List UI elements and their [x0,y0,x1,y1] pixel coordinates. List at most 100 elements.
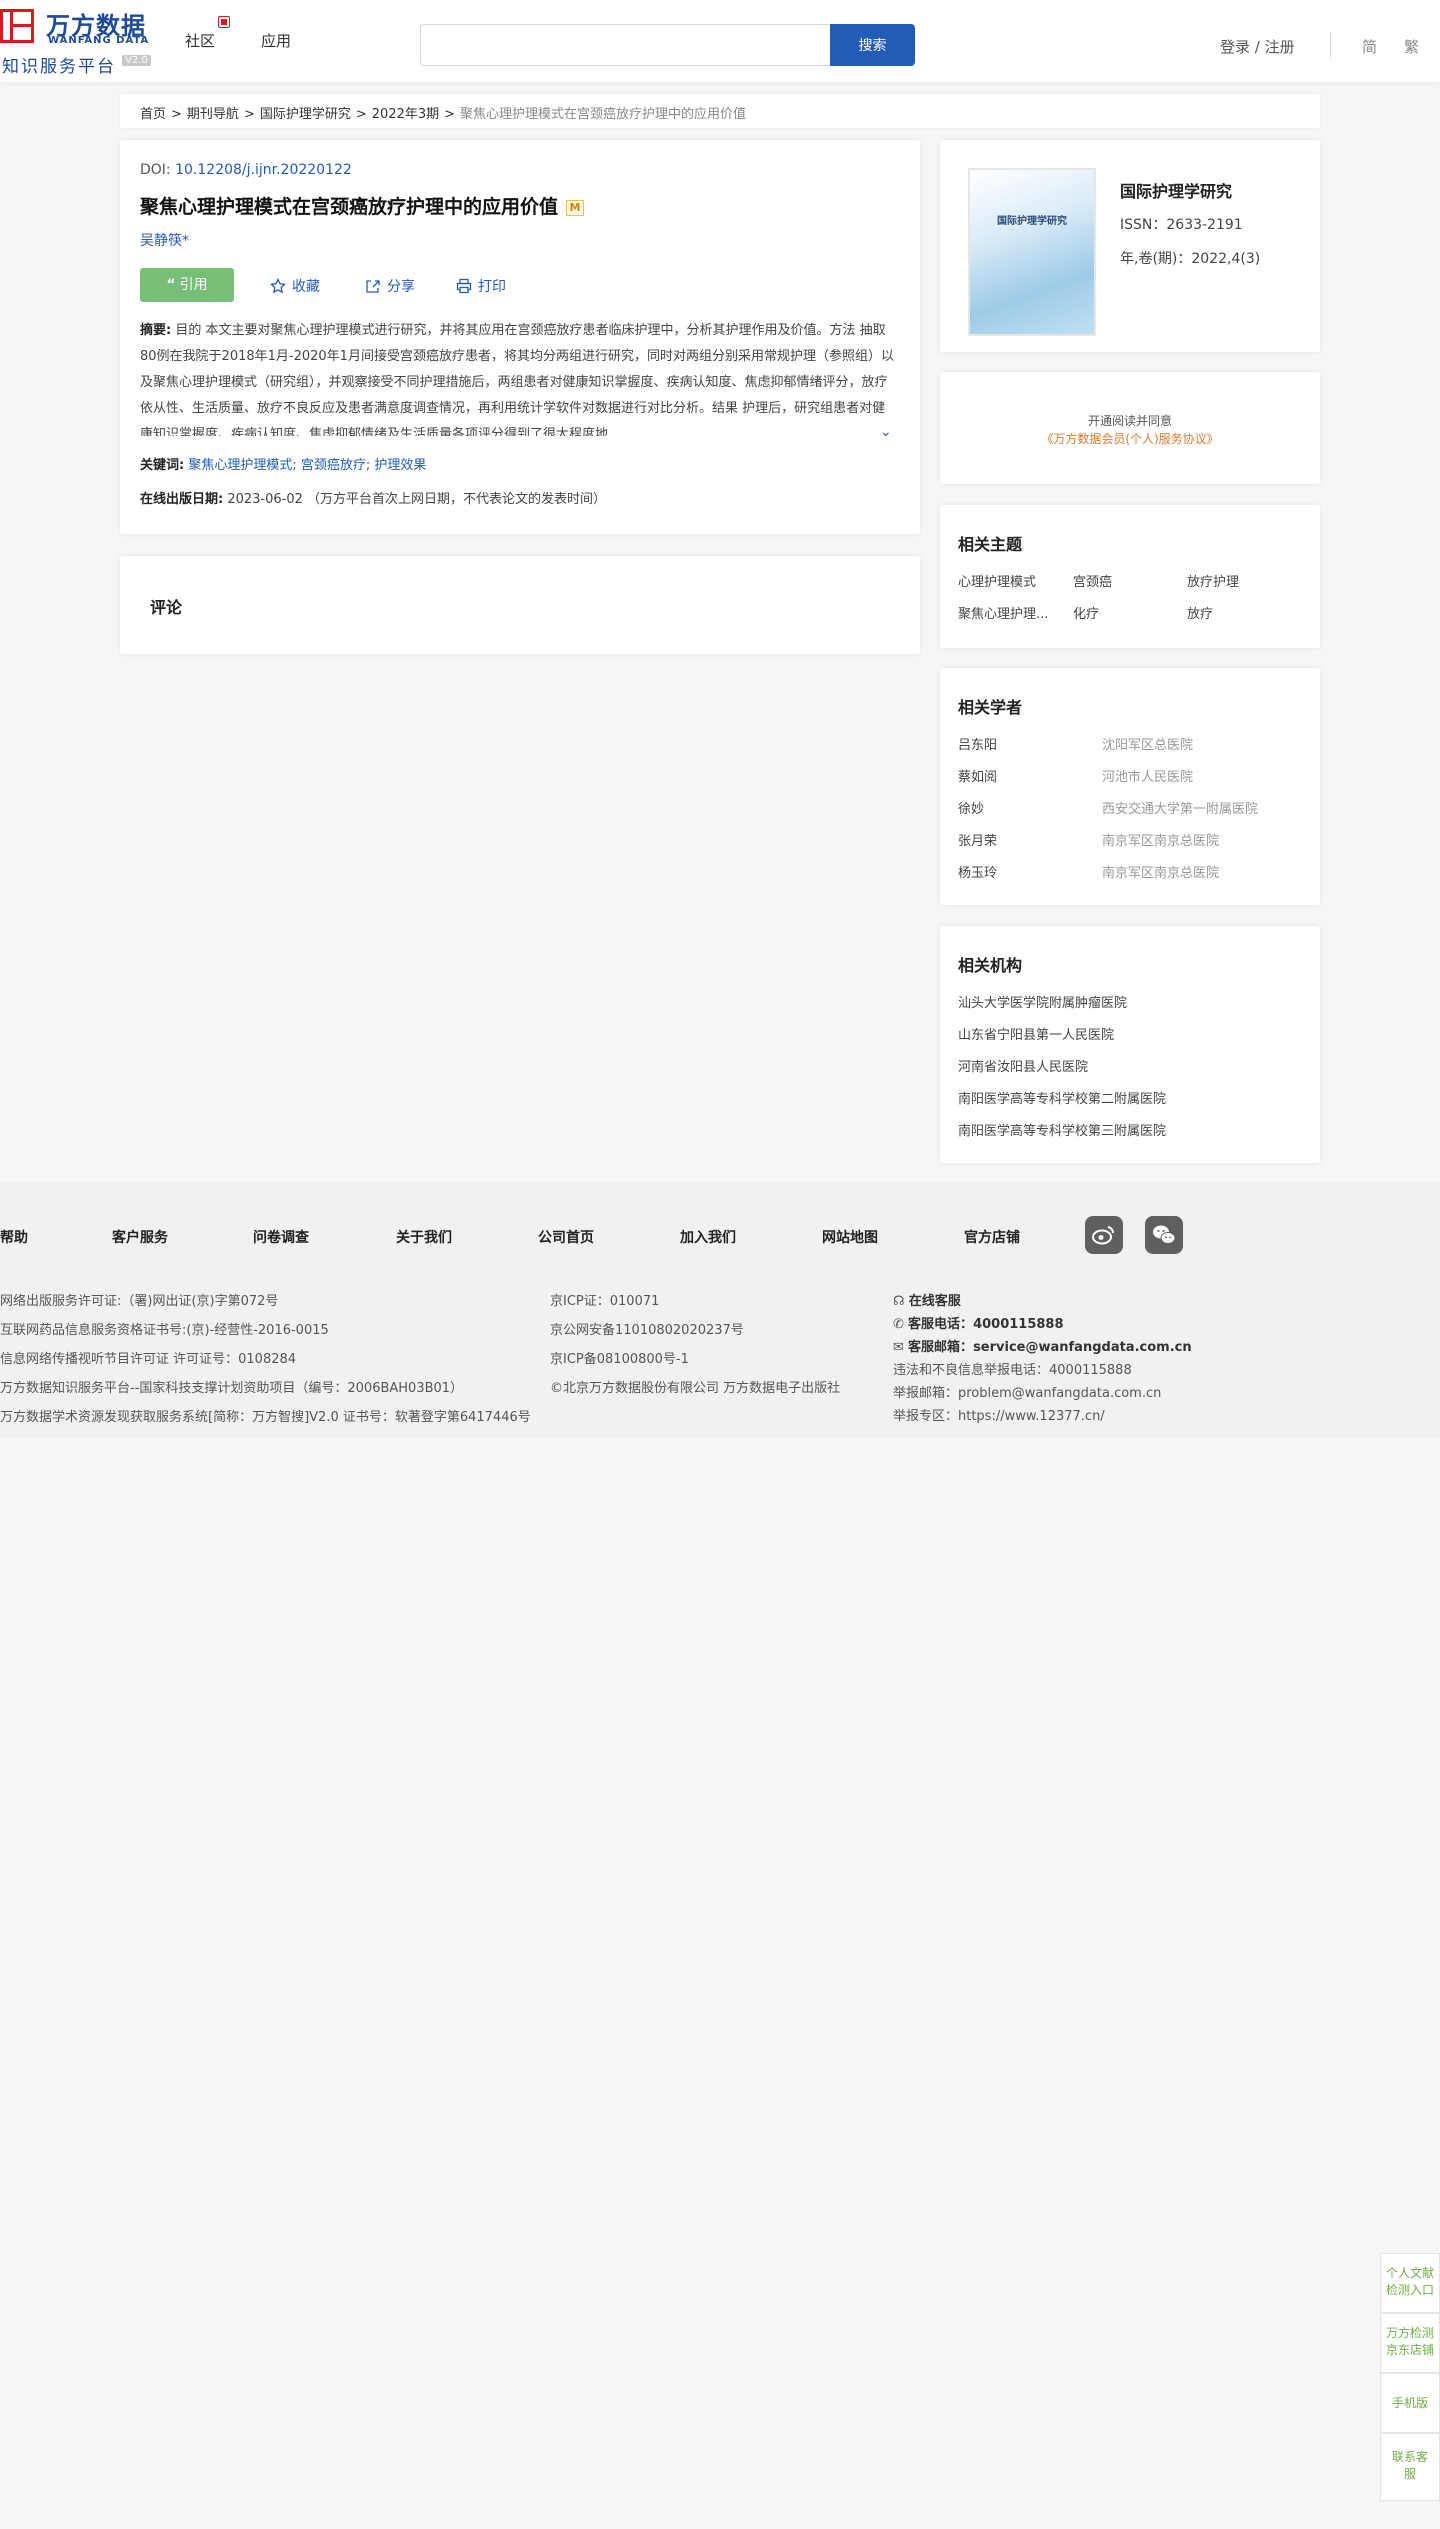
breadcrumb-sep: > [444,107,456,122]
breadcrumb-current: 聚焦心理护理模式在宫颈癌放疗护理中的应用价值 [460,107,747,122]
lang-traditional[interactable]: 繁 [1404,36,1419,57]
doi-link[interactable]: 10.12208/j.ijnr.20220122 [175,162,352,178]
service-phone-label: 客服电话： [908,1317,974,1332]
journal-volume: 年,卷(期)：2022,4(3) [1120,251,1261,267]
mail-icon: ✉ [893,1340,904,1355]
star-icon [269,277,287,294]
scholar-name[interactable]: 徐妙 [958,798,984,817]
related-topics-title: 相关主题 [958,535,1023,554]
footer-link-help[interactable]: 帮助 [0,1227,28,1247]
journal-cover-image[interactable]: 国际护理学研究 [968,168,1096,336]
footer-link-join[interactable]: 加入我们 [680,1227,736,1247]
license-line: 万方数据学术资源发现获取服务系统[简称：万方智搜]V2.0 证书号：软著登字第6… [0,1410,531,1425]
search-button[interactable]: 搜索 [830,24,915,66]
institution-link[interactable]: 河南省汝阳县人民医院 [958,1056,1088,1075]
article-title-text: 聚焦心理护理模式在宫颈癌放疗护理中的应用价值 [140,196,559,218]
print-label: 打印 [478,279,506,295]
header-divider [1330,32,1331,58]
article-card: DOI: 10.12208/j.ijnr.20220122 聚焦心理护理模式在宫… [120,140,920,534]
abstract-label: 摘要: [140,323,172,338]
side-jd-store[interactable]: 万方检测京东店铺 [1380,2313,1440,2373]
icp-line: 京ICP证：010071 [550,1294,660,1309]
scholar-org: 西安交通大学第一附属医院 [1102,802,1259,817]
icp-line: 京ICP备08100800号-1 [550,1352,689,1367]
nav-community[interactable]: 社区 [185,30,215,51]
institution-link[interactable]: 山东省宁阳县第一人民医院 [958,1024,1114,1043]
quote-icon: “ [166,277,176,293]
report-email: 举报邮箱：problem@wanfangdata.com.cn [893,1386,1162,1401]
scholar-org: 河池市人民医院 [1102,770,1194,785]
share-button[interactable]: 分享 [365,276,415,296]
topic-link[interactable]: 放疗 [1187,603,1213,622]
scholar-name[interactable]: 杨玉玲 [958,862,997,881]
online-service-link[interactable]: ☊ 在线客服 [893,1290,961,1309]
print-button[interactable]: 打印 [456,276,506,296]
logo-subtitle: 知识服务平台 [2,57,116,77]
comment-title: 评论 [150,598,183,617]
topic-link[interactable]: 放疗护理 [1187,571,1239,590]
cover-title: 国际护理学研究 [997,216,1067,227]
comment-card: 评论 [120,556,920,654]
footer-link-service[interactable]: 客户服务 [112,1227,168,1247]
cite-button[interactable]: “引用 [140,268,234,302]
related-institutions-title: 相关机构 [958,956,1023,975]
report-phone: 违法和不良信息举报电话：4000115888 [893,1363,1132,1378]
topic-link[interactable]: 化疗 [1073,603,1099,622]
copyright-line: ©北京万方数据股份有限公司 万方数据电子出版社 [550,1381,841,1396]
login-register-link[interactable]: 登录 / 注册 [1220,36,1295,57]
topic-link[interactable]: 心理护理模式 [958,571,1036,590]
cite-label: 引用 [179,277,208,293]
side-contact-service[interactable]: 联系客服 [1380,2433,1440,2501]
author-link[interactable]: 吴静筷* [140,230,189,250]
journal-name[interactable]: 国际护理学研究 [1120,178,1232,202]
scholar-org: 南京军区南京总医院 [1102,834,1220,849]
footer-link-about[interactable]: 关于我们 [396,1227,452,1247]
footer-link-sitemap[interactable]: 网站地图 [822,1227,878,1247]
topic-link[interactable]: 宫颈癌 [1073,571,1112,590]
expand-abstract-icon[interactable]: ⌄ [880,424,892,440]
breadcrumb-journals[interactable]: 期刊导航 [187,107,239,122]
side-mobile-version[interactable]: 手机版 [1380,2373,1440,2433]
footer-link-store[interactable]: 官方店铺 [964,1227,1020,1247]
publish-date-note: （万方平台首次上网日期，不代表论文的发表时间） [307,492,607,507]
publish-date-label: 在线出版日期: [140,492,224,507]
headset-icon: ☊ [893,1294,905,1309]
scholar-name[interactable]: 蔡如阅 [958,766,997,785]
institution-link[interactable]: 南阳医学高等专科学校第二附属医院 [958,1088,1166,1107]
doi-label: DOI: [140,162,171,178]
keyword-link[interactable]: 聚焦心理护理模式; [188,458,296,473]
breadcrumb-journal[interactable]: 国际护理学研究 [260,107,351,122]
topic-link[interactable]: 聚焦心理护理... [958,603,1048,622]
footer-link-survey[interactable]: 问卷调查 [253,1227,309,1247]
keyword-link[interactable]: 护理效果 [374,458,426,473]
related-institutions-card: 相关机构 汕头大学医学院附属肿瘤医院 山东省宁阳县第一人民医院 河南省汝阳县人民… [940,926,1320,1163]
breadcrumb-home[interactable]: 首页 [140,107,166,122]
mobile-badge-icon[interactable]: M [566,200,585,216]
nav-apps[interactable]: 应用 [261,30,291,51]
wechat-icon[interactable] [1145,1216,1183,1254]
related-scholars-card: 相关学者 吕东阳 沈阳军区总医院 蔡如阅 河池市人民医院 徐妙 西安交通大学第一… [940,668,1320,905]
report-zone-link[interactable]: 举报专区：https://www.12377.cn/ [893,1405,1105,1424]
scholar-name[interactable]: 吕东阳 [958,734,997,753]
scholar-name[interactable]: 张月荣 [958,830,997,849]
keywords-label: 关键词: [140,458,185,473]
abstract-text: 目的 本文主要对聚焦心理护理模式进行研究，并将其应用在宫颈癌放疗患者临床护理中，… [140,323,894,436]
article-title: 聚焦心理护理模式在宫颈癌放疗护理中的应用价值 M [140,192,585,219]
footer-link-company[interactable]: 公司首页 [538,1227,594,1247]
scholar-org: 南京军区南京总医院 [1102,866,1220,881]
license-line: 网络出版服务许可证:（署)网出证(京)字第072号 [0,1294,279,1309]
institution-link[interactable]: 南阳医学高等专科学校第三附属医院 [958,1120,1166,1139]
lang-simplified[interactable]: 简 [1362,36,1377,57]
side-doc-check-entry[interactable]: 个人文献检测入口 [1380,2253,1440,2313]
weibo-icon[interactable] [1085,1216,1123,1254]
breadcrumb-sep: > [171,107,182,122]
keyword-link[interactable]: 宫颈癌放疗; [301,458,370,473]
breadcrumb-issue[interactable]: 2022年3期 [372,107,439,122]
favorite-button[interactable]: 收藏 [269,276,320,296]
service-agreement-link[interactable]: 《万方数据会员(个人)服务协议》 [940,430,1320,447]
journal-card: 国际护理学研究 国际护理学研究 ISSN：2633-2191 年,卷(期)：20… [940,140,1320,352]
related-topics-card: 相关主题 心理护理模式 宫颈癌 放疗护理 聚焦心理护理... 化疗 放疗 [940,505,1320,648]
search-input[interactable] [420,24,830,66]
institution-link[interactable]: 汕头大学医学院附属肿瘤医院 [958,992,1127,1011]
journal-issn: ISSN：2633-2191 [1120,217,1243,233]
